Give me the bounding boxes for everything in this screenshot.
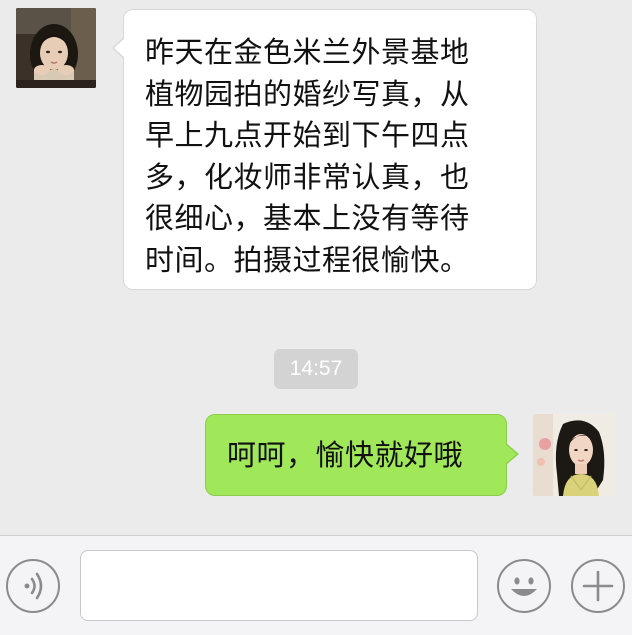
emoji-button[interactable] (497, 559, 551, 613)
message-text-line: 昨天在金色米兰外景基地 (145, 35, 470, 69)
message-text-field[interactable] (80, 550, 478, 621)
my-avatar-image (533, 414, 615, 496)
chat-message-list[interactable]: 昨天在金色米兰外景基地 植物园拍的婚纱写真，从 早上九点开始到下午四点 多，化妆… (0, 0, 632, 535)
message-text-line: 呵呵，愉快就好哦 (227, 438, 464, 472)
message-text-line: 早上九点开始到下午四点 (145, 118, 470, 152)
outgoing-message-bubble[interactable]: 呵呵，愉快就好哦 (205, 414, 519, 496)
smiley-icon (511, 577, 537, 596)
message-input-bar (0, 535, 632, 635)
message-timestamp: 14:57 (274, 349, 358, 389)
message-text-line: 多，化妆师非常认真，也 (145, 159, 470, 194)
incoming-message-bubble[interactable]: 昨天在金色米兰外景基地 植物园拍的婚纱写真，从 早上九点开始到下午四点 多，化妆… (112, 9, 537, 290)
plus-icon (582, 570, 614, 602)
contact-avatar-image (16, 8, 96, 88)
message-text-line: 植物园拍的婚纱写真，从 (145, 76, 470, 111)
message-text-line: 时间。拍摄过程很愉快。 (145, 242, 470, 277)
contact-avatar[interactable] (16, 8, 96, 88)
my-avatar[interactable] (533, 414, 615, 496)
message-text-line: 很细心，基本上没有等待 (145, 201, 470, 235)
more-options-button[interactable] (571, 559, 625, 613)
voice-input-button[interactable] (6, 559, 60, 613)
voice-icon (24, 572, 43, 600)
